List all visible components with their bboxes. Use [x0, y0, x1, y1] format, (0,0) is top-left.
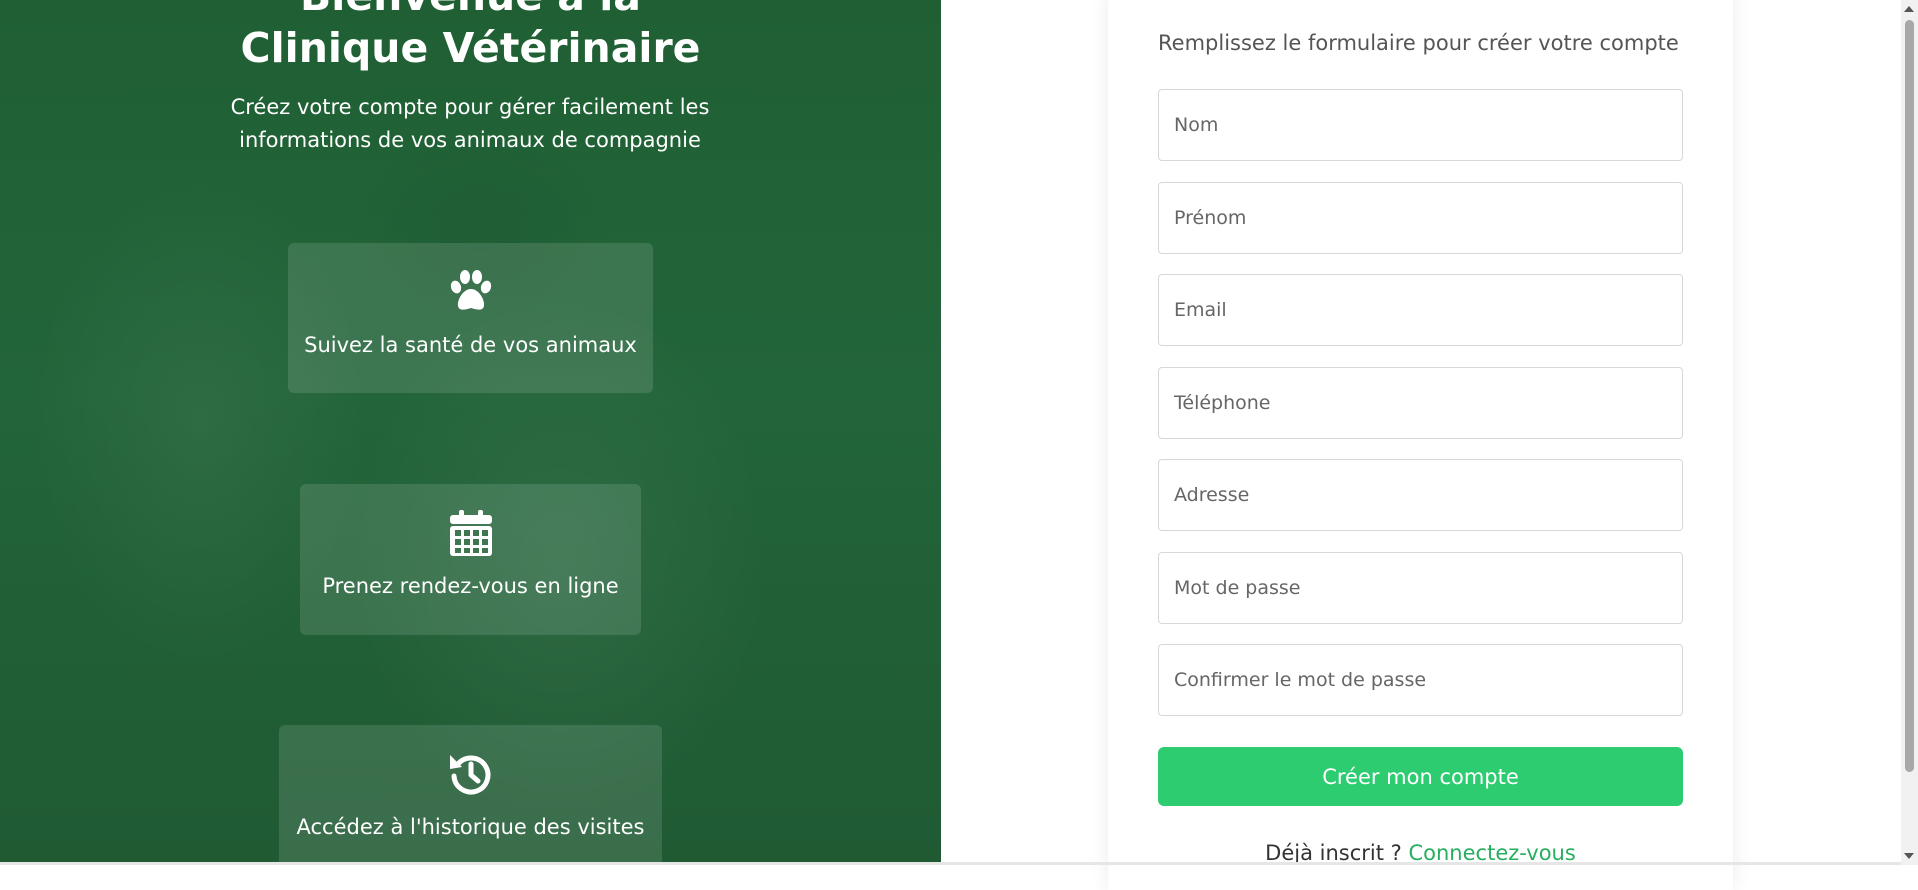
create-account-button[interactable]: Créer mon compte — [1158, 747, 1683, 806]
scrollbar-thumb[interactable] — [1905, 20, 1914, 772]
scroll-up-arrow-icon[interactable] — [1904, 6, 1914, 12]
telephone-input[interactable] — [1158, 367, 1683, 439]
feature-card-health: Suivez la santé de vos animaux — [288, 243, 653, 393]
feature-card-history: Accédez à l'historique des visites — [279, 725, 662, 865]
hero-title: Bienvenue à la Clinique Vétérinaire — [0, 0, 941, 74]
hero-subtitle: Créez votre compte pour gérer facilement… — [230, 95, 710, 152]
feature-card-appointments: Prenez rendez-vous en ligne — [300, 484, 641, 635]
history-icon — [279, 751, 662, 797]
feature-label: Suivez la santé de vos animaux — [304, 333, 637, 357]
adresse-input[interactable] — [1158, 459, 1683, 531]
scrollbar[interactable] — [1901, 0, 1918, 865]
scroll-down-arrow-icon[interactable] — [1904, 853, 1914, 859]
confirm-password-input[interactable] — [1158, 644, 1683, 716]
calendar-icon — [300, 510, 641, 556]
hero-title-line1: Bienvenue à la — [300, 0, 641, 20]
feature-label: Accédez à l'historique des visites — [296, 815, 645, 839]
form-subtitle: Remplissez le formulaire pour créer votr… — [1158, 31, 1679, 55]
hero-panel: Bienvenue à la Clinique Vétérinaire Crée… — [0, 0, 941, 865]
hero-title-line2: Clinique Vétérinaire — [240, 24, 701, 72]
nom-input[interactable] — [1158, 89, 1683, 161]
feature-label: Prenez rendez-vous en ligne — [322, 574, 619, 598]
password-input[interactable] — [1158, 552, 1683, 624]
prenom-input[interactable] — [1158, 182, 1683, 254]
email-input[interactable] — [1158, 274, 1683, 346]
paw-icon — [288, 269, 653, 315]
